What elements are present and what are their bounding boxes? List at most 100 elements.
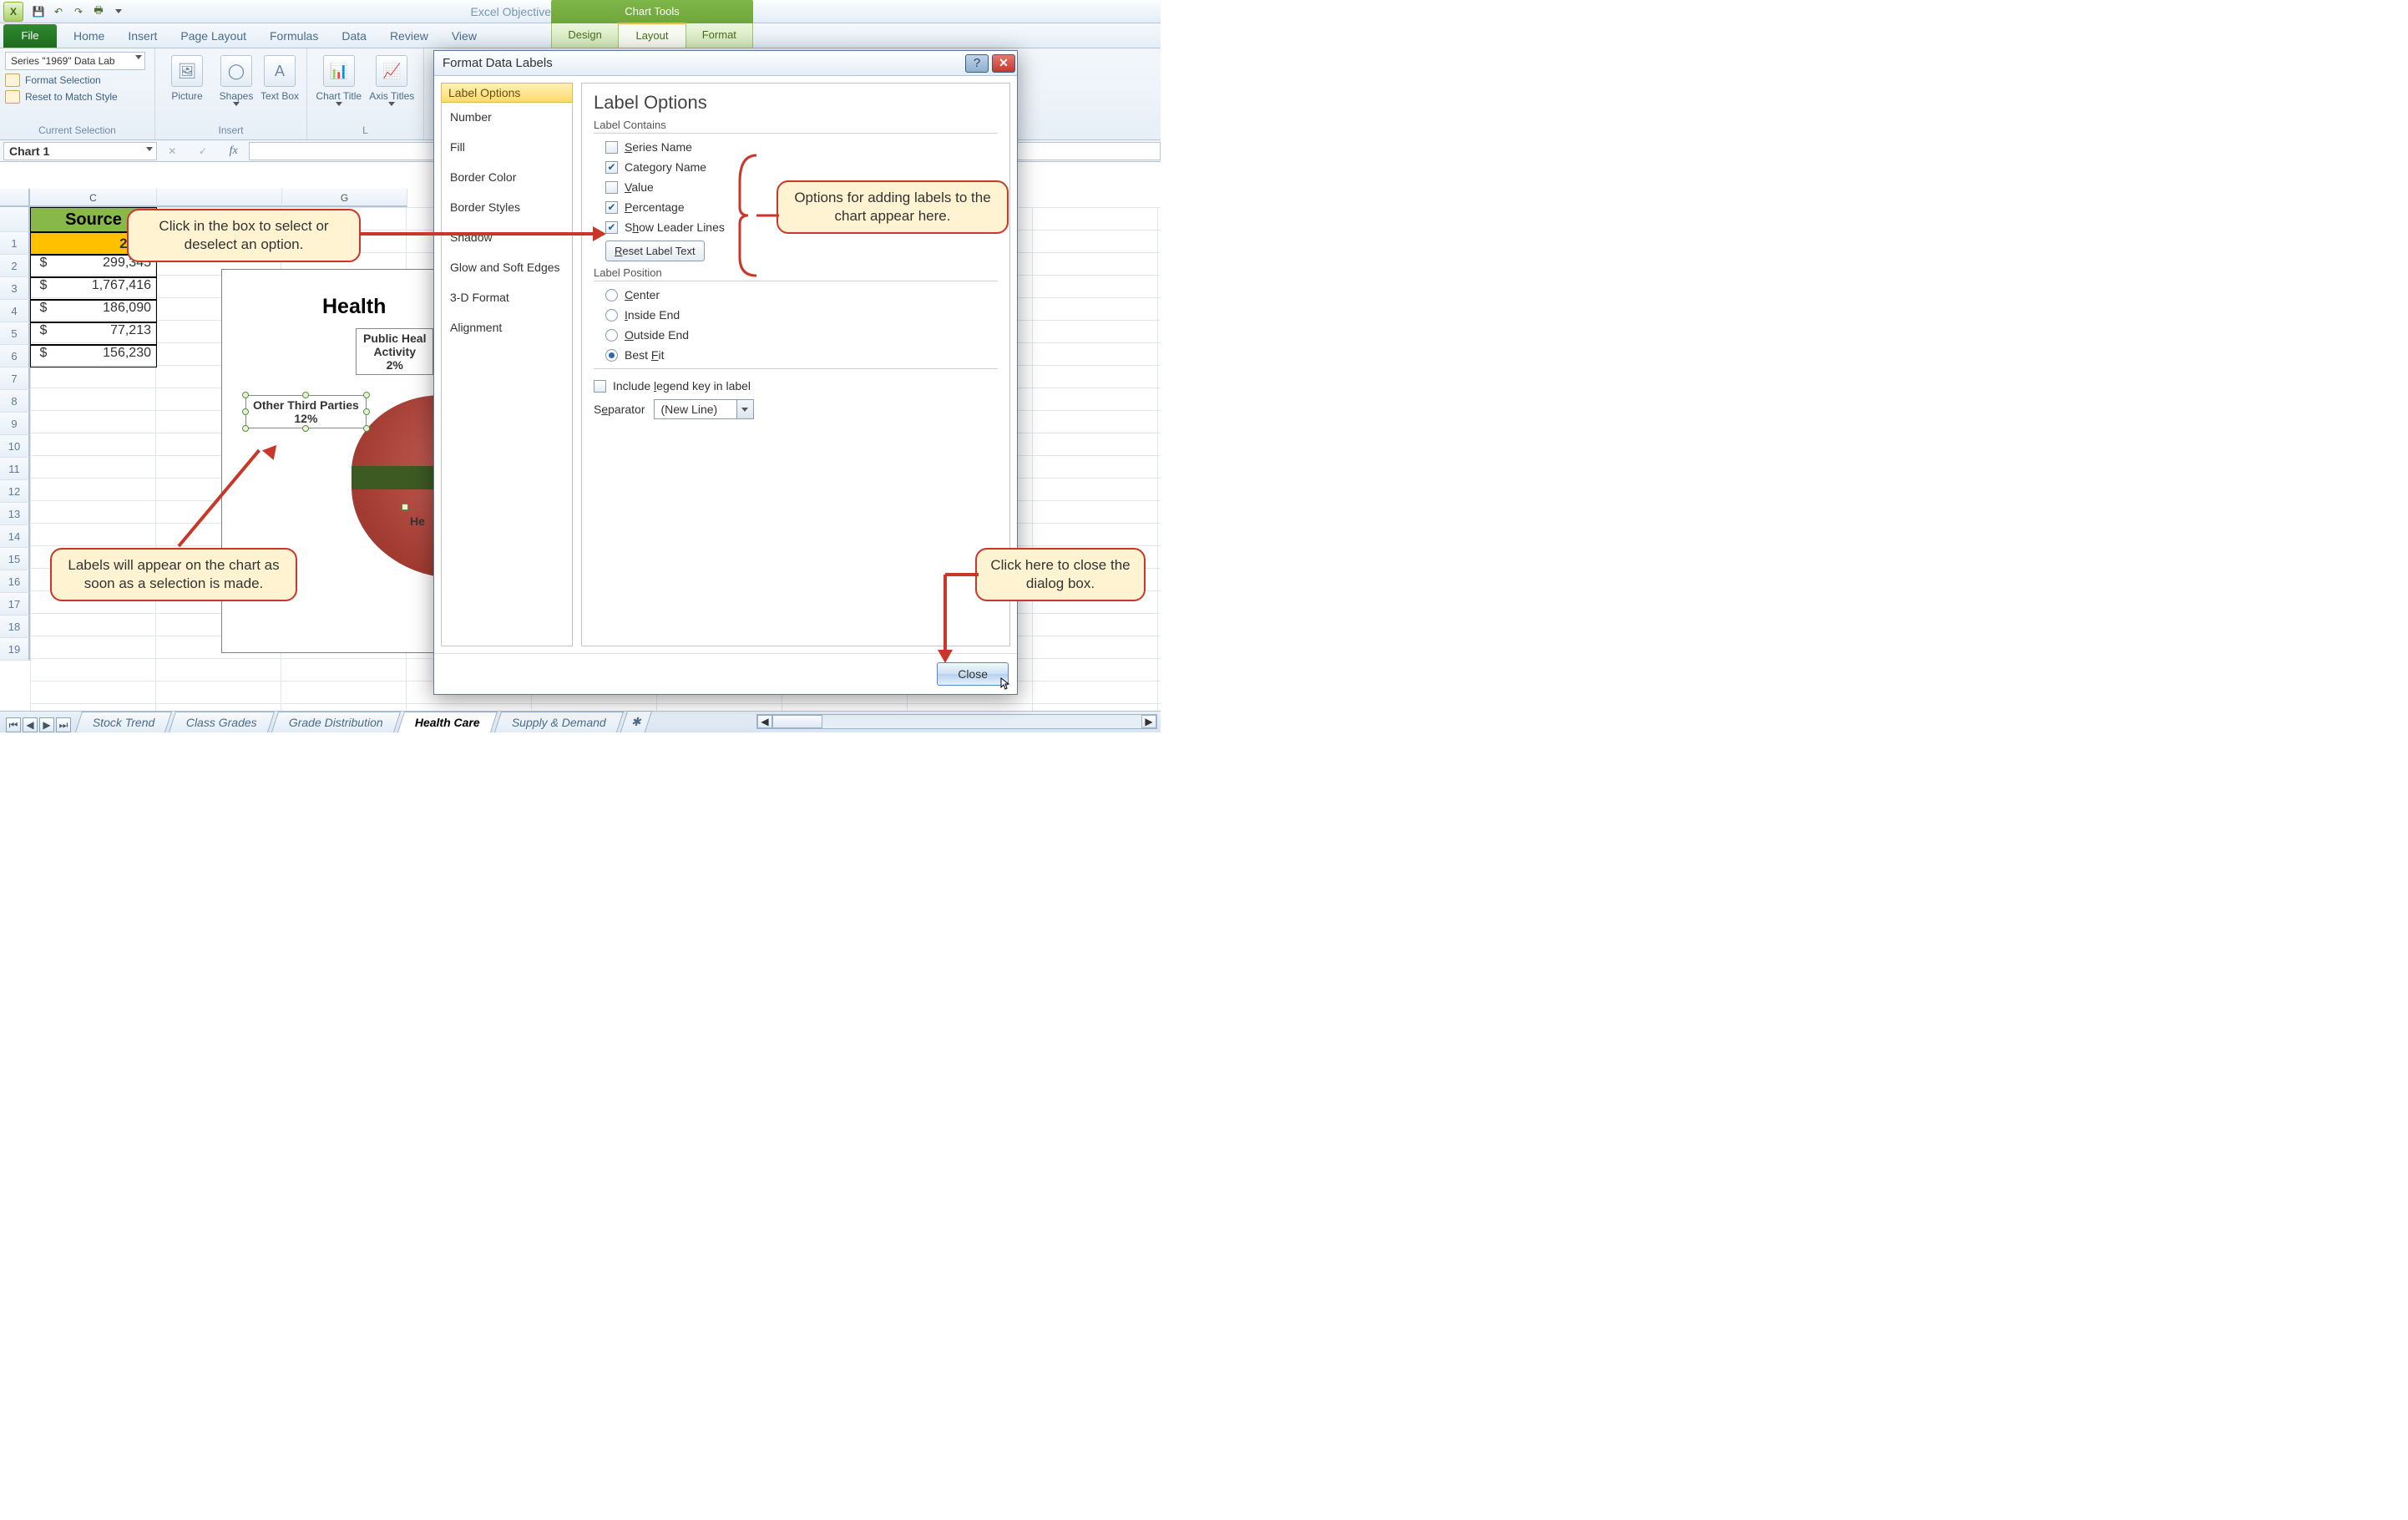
radio-outside-end[interactable]: Outside End <box>605 328 998 342</box>
tab-nav-prev[interactable]: ◀ <box>23 717 38 732</box>
nav-label-options[interactable]: Label Options <box>441 83 573 103</box>
reset-label-text-button[interactable]: Reset Label Text <box>605 241 705 261</box>
fx-icon[interactable]: fx <box>230 144 238 158</box>
chk-series-name[interactable]: Series Name <box>605 140 998 154</box>
row-blank[interactable] <box>0 207 30 232</box>
qat-print-icon[interactable]: 🖶 <box>89 3 108 21</box>
row-10[interactable]: 10 <box>0 435 30 458</box>
reset-style-icon <box>5 90 20 104</box>
qat-undo-icon[interactable]: ↶ <box>49 3 68 21</box>
tab-home[interactable]: Home <box>62 24 116 48</box>
row-13[interactable]: 13 <box>0 503 30 525</box>
row-15[interactable]: 15 <box>0 548 30 570</box>
radio-center[interactable]: Center <box>605 288 998 301</box>
sheet-tab-supply-demand[interactable]: Supply & Demand <box>494 712 624 732</box>
excel-logo-icon[interactable]: X <box>3 2 23 22</box>
text-box-button[interactable]: A Text Box <box>259 52 301 117</box>
format-selection-button[interactable]: Format Selection <box>5 73 149 87</box>
qat-save-icon[interactable]: 💾 <box>29 3 48 21</box>
chart-title-button[interactable]: 📊 Chart Title <box>312 52 366 117</box>
datalabel-he[interactable]: He <box>410 514 425 528</box>
row-5[interactable]: 5 <box>0 322 30 345</box>
shapes-button[interactable]: ◯ Shapes <box>214 52 259 117</box>
name-box[interactable]: Chart 1 <box>3 142 157 160</box>
chk-include-legend-key[interactable]: Include legend key in label <box>594 379 998 393</box>
row-7[interactable]: 7 <box>0 367 30 390</box>
chart-element-selector[interactable]: Series "1969" Data Lab <box>5 52 145 70</box>
row-17[interactable]: 17 <box>0 593 30 616</box>
row-18[interactable]: 18 <box>0 616 30 638</box>
tab-review[interactable]: Review <box>378 24 440 48</box>
enter-icon[interactable]: ✓ <box>199 145 207 157</box>
datalabel-other-third-parties[interactable]: Other Third Parties12% <box>245 395 367 428</box>
sheet-tab-new[interactable]: ✱ <box>620 711 652 732</box>
dialog-titlebar[interactable]: Format Data Labels ? ✕ <box>434 51 1017 76</box>
dialog-pane: Label Options Label Contains Series Name… <box>581 83 1010 646</box>
row-12[interactable]: 12 <box>0 480 30 503</box>
separator-label: Separator <box>594 403 645 416</box>
chart-tab-layout[interactable]: Layout <box>618 23 685 48</box>
nav-fill[interactable]: Fill <box>442 132 572 162</box>
col-d[interactable] <box>157 189 282 207</box>
sheet-tab-class-grades[interactable]: Class Grades <box>169 712 275 732</box>
radio-inside-end[interactable]: Inside End <box>605 308 998 322</box>
tab-data[interactable]: Data <box>330 24 378 48</box>
picture-button[interactable]: 🖼 Picture <box>160 52 214 117</box>
h-scrollbar[interactable]: ◀ ▶ <box>756 714 1157 729</box>
dialog-help-button[interactable]: ? <box>965 54 989 73</box>
nav-border-color[interactable]: Border Color <box>442 162 572 192</box>
qat-redo-icon[interactable]: ↷ <box>69 3 88 21</box>
separator-select[interactable]: (New Line) <box>654 399 754 419</box>
nav-glow[interactable]: Glow and Soft Edges <box>442 252 572 282</box>
row-19[interactable]: 19 <box>0 638 30 661</box>
row-1[interactable]: 1 <box>0 232 30 255</box>
chart-handle[interactable] <box>402 504 408 510</box>
tab-insert[interactable]: Insert <box>116 24 169 48</box>
row-9[interactable]: 9 <box>0 413 30 435</box>
tab-nav-first[interactable]: ⏮ <box>6 717 21 732</box>
nav-3d-format[interactable]: 3-D Format <box>442 282 572 312</box>
tab-formulas[interactable]: Formulas <box>258 24 330 48</box>
chart-tab-format[interactable]: Format <box>686 23 752 48</box>
chart-tab-design[interactable]: Design <box>552 23 618 48</box>
chk-category-name[interactable]: ✔Category Name <box>605 160 998 174</box>
row-11[interactable]: 11 <box>0 458 30 480</box>
sheet-tab-grade-distribution[interactable]: Grade Distribution <box>271 712 401 732</box>
dialog-close-x-button[interactable]: ✕ <box>992 54 1015 73</box>
tab-nav-next[interactable]: ▶ <box>39 717 54 732</box>
row-14[interactable]: 14 <box>0 525 30 548</box>
nav-border-styles[interactable]: Border Styles <box>442 192 572 222</box>
title-bar: X 💾 ↶ ↷ 🖶 Excel Objective 4.00.xlsx - Mi… <box>0 0 1161 23</box>
tab-view[interactable]: View <box>440 24 488 48</box>
tab-nav-last[interactable]: ⏭ <box>56 717 71 732</box>
sheet-tab-health-care[interactable]: Health Care <box>397 712 498 732</box>
row-2[interactable]: 2 <box>0 255 30 277</box>
col-g[interactable]: G <box>282 189 407 207</box>
h-scroll-right-icon[interactable]: ▶ <box>1141 715 1156 728</box>
nav-alignment[interactable]: Alignment <box>442 312 572 342</box>
row-3[interactable]: 3 <box>0 277 30 300</box>
cancel-icon[interactable]: ✕ <box>168 145 176 157</box>
axis-titles-button[interactable]: 📈 Axis Titles <box>366 52 419 117</box>
dialog-close-button[interactable]: Close <box>937 662 1009 686</box>
tab-page-layout[interactable]: Page Layout <box>169 24 258 48</box>
nav-shadow[interactable]: Shadow <box>442 222 572 252</box>
row-16[interactable]: 16 <box>0 570 30 593</box>
row-6[interactable]: 6 <box>0 345 30 367</box>
col-c[interactable]: C <box>30 189 157 207</box>
formula-bar-buttons: ✕ ✓ fx <box>157 142 249 160</box>
row-8[interactable]: 8 <box>0 390 30 413</box>
datalabel-public-health[interactable]: Public HealActivity2% <box>356 328 433 375</box>
sheet-tab-stock-trend[interactable]: Stock Trend <box>75 712 173 732</box>
file-tab[interactable]: File <box>3 24 57 48</box>
radio-best-fit[interactable]: Best Fit <box>605 348 998 362</box>
select-all-corner[interactable] <box>0 189 30 207</box>
nav-number[interactable]: Number <box>442 102 572 132</box>
row-4[interactable]: 4 <box>0 300 30 322</box>
qat-customize-icon[interactable] <box>109 3 128 21</box>
ribbon-tabs: File Home Insert Page Layout Formulas Da… <box>0 23 1161 48</box>
h-scroll-left-icon[interactable]: ◀ <box>757 715 772 728</box>
callout-options-appear: Options for adding labels to the chart a… <box>777 180 1009 234</box>
reset-match-style-button[interactable]: Reset to Match Style <box>5 90 149 104</box>
h-scroll-thumb[interactable] <box>772 715 822 728</box>
